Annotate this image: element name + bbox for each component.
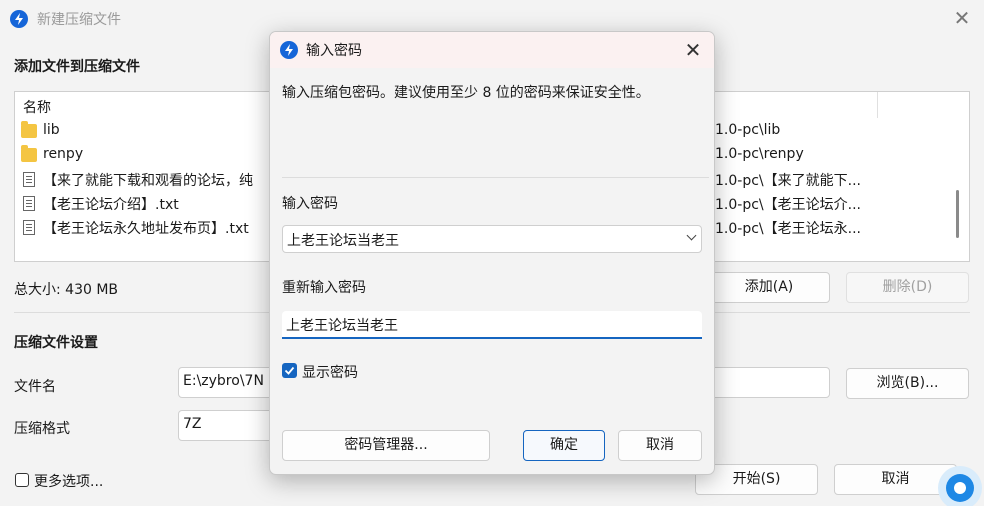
ok-button[interactable]: 确定 xyxy=(523,430,605,461)
settings-section-title: 压缩文件设置 xyxy=(14,335,98,351)
list-item-path: 1.0-pc\【老王论坛介... xyxy=(715,197,861,213)
floating-assistant-icon[interactable] xyxy=(938,466,982,506)
list-item-name: lib xyxy=(43,122,60,138)
app-logo-icon xyxy=(10,10,28,28)
password-label: 输入密码 xyxy=(282,196,338,212)
list-item-name: 【来了就能下载和观看的论坛，纯 xyxy=(43,173,253,189)
dialog-cancel-button[interactable]: 取消 xyxy=(618,430,702,461)
add-files-section-title: 添加文件到压缩文件 xyxy=(14,59,140,75)
total-size-text: 总大小: 430 MB xyxy=(14,282,119,298)
list-item-path: 1.0-pc\【来了就能下... xyxy=(715,173,861,189)
app-logo-icon xyxy=(280,41,298,59)
column-separator xyxy=(877,92,878,118)
list-item-name: 【老王论坛永久地址发布页】.txt xyxy=(43,221,249,237)
reenter-password-value: 上老王论坛当老王 xyxy=(286,318,398,334)
password-dialog: 输入密码 ✕ 输入压缩包密码。建议使用至少 8 位的密码来保证安全性。 输入密码… xyxy=(269,31,715,475)
show-password-label[interactable]: 显示密码 xyxy=(302,362,358,382)
more-options-checkbox[interactable] xyxy=(15,473,29,487)
window-title: 新建压缩文件 xyxy=(37,12,121,28)
format-label: 压缩格式 xyxy=(14,421,70,437)
list-scrollbar[interactable] xyxy=(956,190,959,238)
dialog-divider xyxy=(282,177,709,178)
filename-label: 文件名 xyxy=(14,379,56,395)
text-file-icon xyxy=(23,172,35,187)
reenter-password-label: 重新输入密码 xyxy=(282,280,366,296)
show-password-checkbox[interactable] xyxy=(282,363,297,378)
dialog-titlebar: 输入密码 ✕ xyxy=(270,32,714,68)
password-manager-button[interactable]: 密码管理器... xyxy=(282,430,490,461)
dialog-close-icon[interactable]: ✕ xyxy=(681,38,705,62)
reenter-password-input[interactable]: 上老王论坛当老王 xyxy=(282,311,702,339)
text-file-icon xyxy=(23,196,35,211)
folder-icon xyxy=(21,121,37,138)
list-item-path: 1.0-pc\【老王论坛永... xyxy=(715,221,861,237)
add-button[interactable]: 添加(A) xyxy=(708,272,830,303)
chevron-down-icon[interactable] xyxy=(686,230,697,241)
window-close-icon[interactable]: ✕ xyxy=(950,6,974,30)
dialog-title: 输入密码 xyxy=(306,43,362,59)
password-combobox[interactable]: 上老王论坛当老王 xyxy=(282,225,702,253)
text-file-icon xyxy=(23,220,35,235)
more-options-label[interactable]: 更多选项... xyxy=(34,471,103,491)
browse-button[interactable]: 浏览(B)... xyxy=(846,368,969,399)
list-item-name: 【老王论坛介绍】.txt xyxy=(43,197,179,213)
list-item-path: 1.0-pc\renpy xyxy=(715,146,804,162)
list-item-name: renpy xyxy=(43,146,84,162)
folder-icon xyxy=(21,145,37,162)
list-item-path: 1.0-pc\lib xyxy=(715,122,781,138)
password-value: 上老王论坛当老王 xyxy=(287,233,399,249)
delete-button[interactable]: 删除(D) xyxy=(846,272,969,303)
dialog-description: 输入压缩包密码。建议使用至少 8 位的密码来保证安全性。 xyxy=(282,85,650,101)
column-header-name[interactable]: 名称 xyxy=(23,97,51,117)
